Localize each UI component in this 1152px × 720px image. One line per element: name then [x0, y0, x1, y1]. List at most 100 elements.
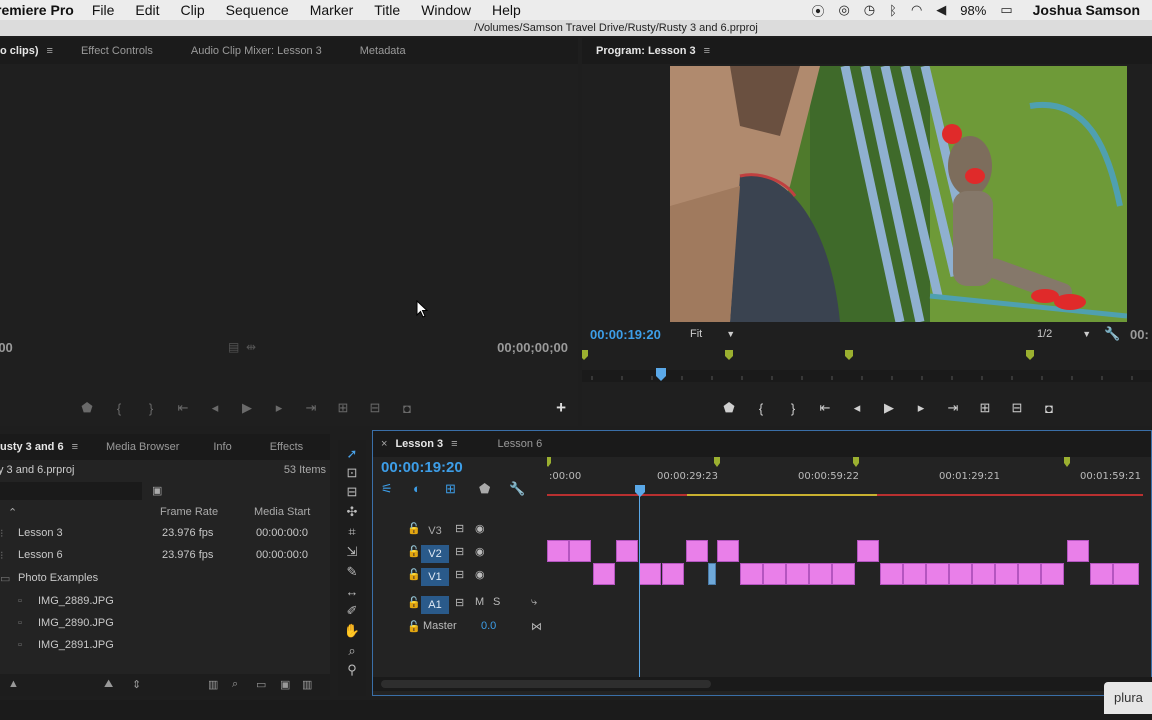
column-media-start[interactable]: Media Start: [254, 506, 310, 518]
razor-tool-icon[interactable]: ⇲: [343, 544, 361, 560]
snap-icon[interactable]: ⚟: [381, 481, 393, 497]
rate-stretch-tool-icon[interactable]: ⌗: [343, 524, 361, 540]
play-icon[interactable]: ▶: [238, 400, 256, 416]
icon-view-icon[interactable]: ▥: [208, 678, 218, 691]
project-row[interactable]: ⁝ Lesson 3 23.976 fps 00:00:00:0: [0, 522, 316, 544]
program-mini-timeline[interactable]: [582, 346, 1152, 382]
lock-icon[interactable]: 🔓: [407, 545, 421, 558]
mark-out-icon[interactable]: }: [142, 401, 160, 416]
eye-icon[interactable]: ◉: [475, 568, 485, 581]
go-to-in-icon[interactable]: ⇤: [174, 400, 192, 416]
sync-lock-icon[interactable]: ⊟: [455, 522, 464, 535]
lock-icon[interactable]: 🔓: [407, 568, 421, 581]
slide-tool-icon[interactable]: ↔: [343, 584, 361, 599]
panel-menu-icon[interactable]: ≡: [451, 438, 457, 450]
step-forward-icon[interactable]: ▸: [912, 400, 930, 416]
panel-menu-icon[interactable]: ≡: [72, 441, 78, 453]
menu-file[interactable]: File: [92, 2, 115, 18]
wrench-icon[interactable]: 🔧: [509, 481, 525, 497]
program-video-frame[interactable]: [670, 66, 1127, 322]
add-marker-icon[interactable]: ⬟: [720, 400, 738, 416]
volume-icon[interactable]: ◀: [936, 2, 946, 18]
tracks-area[interactable]: [547, 515, 1141, 665]
source-timecode[interactable]: ;00: [0, 340, 13, 355]
clip-v1[interactable]: [662, 563, 684, 585]
step-back-icon[interactable]: ◂: [848, 400, 866, 416]
tab-lesson-3[interactable]: × Lesson 3 ≡: [373, 438, 472, 450]
battery-percent[interactable]: 98%: [960, 3, 986, 18]
menu-marker[interactable]: Marker: [310, 2, 354, 18]
mute-button[interactable]: M: [475, 596, 484, 608]
clip-v2[interactable]: [686, 540, 708, 562]
eye-icon[interactable]: ◉: [475, 545, 485, 558]
clip-v1[interactable]: [972, 563, 995, 585]
tab-lesson-6[interactable]: Lesson 6: [472, 438, 557, 450]
clip-v1[interactable]: [1090, 563, 1113, 585]
track-target-a1[interactable]: A1: [421, 596, 449, 614]
sync-lock-icon[interactable]: ⊟: [455, 596, 464, 609]
clip-v2[interactable]: [616, 540, 638, 562]
sort-icon[interactable]: ⇕: [132, 678, 141, 691]
lock-icon[interactable]: 🔓: [407, 522, 421, 535]
timeline-scrollbar[interactable]: [373, 677, 1152, 691]
sync-lock-icon[interactable]: ⊟: [455, 568, 464, 581]
hand-tool-icon[interactable]: ✋: [343, 623, 361, 639]
menu-sequence[interactable]: Sequence: [226, 2, 289, 18]
type-tool-icon[interactable]: ⚲: [343, 662, 361, 678]
clip-v1[interactable]: [639, 563, 661, 585]
clip-v1[interactable]: [786, 563, 809, 585]
go-to-in-icon[interactable]: ⇤: [816, 400, 834, 416]
export-frame-icon[interactable]: ◘: [398, 401, 416, 416]
tab-metadata[interactable]: Metadata: [336, 45, 420, 57]
add-marker-icon[interactable]: ⬟: [78, 400, 96, 416]
battery-icon[interactable]: ▭: [1000, 2, 1012, 18]
clip-v1[interactable]: [832, 563, 855, 585]
menu-window[interactable]: Window: [421, 2, 471, 18]
add-marker-icon[interactable]: ⬟: [479, 481, 490, 497]
nest-icon[interactable]: ⊞: [445, 481, 456, 497]
track-target-v2[interactable]: V2: [421, 545, 449, 563]
timeline-ruler[interactable]: :00:00 00:00:29:23 00:00:59:22 00:01:29:…: [547, 457, 1147, 501]
sort-ascending-icon[interactable]: ⌃: [8, 506, 17, 519]
menu-title[interactable]: Title: [374, 2, 400, 18]
lock-icon[interactable]: 🔓: [407, 596, 421, 609]
user-name[interactable]: Joshua Samson: [1033, 2, 1140, 18]
clip-v1[interactable]: [903, 563, 926, 585]
column-frame-rate[interactable]: Frame Rate: [160, 506, 218, 518]
program-timecode[interactable]: 00:00:19:20: [590, 327, 661, 342]
extract-icon[interactable]: ⊟: [1008, 400, 1026, 416]
clip-v1[interactable]: [1113, 563, 1139, 585]
pen-tool-icon[interactable]: ✐: [343, 603, 361, 619]
sync-lock-icon[interactable]: ⊟: [455, 545, 464, 558]
clip-v1[interactable]: [809, 563, 832, 585]
go-to-out-icon[interactable]: ⇥: [302, 400, 320, 416]
clip-v2[interactable]: [569, 540, 591, 562]
menu-edit[interactable]: Edit: [135, 2, 159, 18]
clip-v1[interactable]: [1041, 563, 1064, 585]
project-row[interactable]: ⁝ Lesson 6 23.976 fps 00:00:00:0: [0, 544, 316, 566]
settings-wrench-icon[interactable]: 🔧: [1104, 326, 1120, 342]
lock-icon[interactable]: ▲: [8, 678, 19, 690]
new-bin-icon[interactable]: ▣: [152, 484, 162, 497]
clip-v2[interactable]: [1067, 540, 1089, 562]
menu-help[interactable]: Help: [492, 2, 521, 18]
insert-icon[interactable]: ⊞: [334, 400, 352, 416]
clip-v2[interactable]: [857, 540, 879, 562]
project-row[interactable]: ▫ IMG_2891.JPG: [0, 634, 316, 656]
tab-program[interactable]: Program: Lesson 3 ≡: [582, 45, 724, 57]
tab-project[interactable]: usty 3 and 6 ≡: [0, 441, 92, 453]
record-icon[interactable]: ⦿: [811, 1, 824, 20]
project-row[interactable]: ▭ Photo Examples: [0, 567, 316, 589]
selection-tool-icon[interactable]: ➚: [343, 446, 361, 462]
new-bin-icon[interactable]: ▭: [256, 678, 266, 691]
go-to-out-icon[interactable]: ⇥: [944, 400, 962, 416]
solo-button[interactable]: S: [493, 596, 500, 608]
app-menu[interactable]: remiere Pro: [0, 2, 74, 18]
clip-v1[interactable]: [926, 563, 949, 585]
clip-v1[interactable]: [593, 563, 615, 585]
clip-v1[interactable]: [949, 563, 972, 585]
mark-in-icon[interactable]: {: [752, 401, 770, 416]
ripple-edit-tool-icon[interactable]: ⊟: [343, 484, 361, 500]
close-icon[interactable]: ×: [381, 438, 387, 450]
time-machine-icon[interactable]: ◷: [864, 2, 875, 18]
